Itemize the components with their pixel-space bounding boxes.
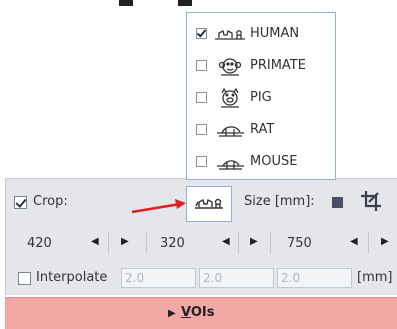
spinner-divider [238, 232, 239, 254]
rat-icon [217, 126, 244, 137]
size-label: Size [mm]: [244, 194, 315, 209]
menu-item-human[interactable]: HUMAN [187, 17, 337, 49]
menu-item-label: RAT [250, 122, 275, 137]
mouse-checkbox[interactable] [196, 156, 207, 167]
human-checkbox[interactable] [196, 27, 207, 39]
menu-item-rat[interactable]: RAT [187, 113, 337, 145]
menu-item-primate[interactable]: PRIMATE [187, 49, 337, 81]
species-select-button[interactable] [186, 186, 232, 222]
primate-checkbox[interactable] [196, 60, 207, 71]
red-arrow-annotation [131, 199, 186, 214]
dim-z-increment-icon[interactable]: ▶ [381, 236, 389, 247]
dim-y-increment-icon[interactable]: ▶ [250, 236, 258, 247]
pig-checkbox[interactable] [196, 92, 207, 103]
interpolate-checkbox[interactable] [18, 272, 31, 285]
top-glyph-right [178, 0, 192, 6]
human-icon [195, 198, 223, 209]
human-icon [215, 30, 245, 40]
menu-item-label: HUMAN [250, 26, 300, 41]
menu-item-label: PIG [250, 90, 272, 105]
field-divider [146, 232, 147, 254]
pig-icon [221, 87, 239, 108]
menu-item-mouse[interactable]: MOUSE [187, 145, 337, 177]
interpolate-x-field[interactable]: 2.0 [121, 268, 196, 288]
dim-y-decrement-icon[interactable]: ◀ [222, 236, 230, 247]
dim-y-value: 320 [160, 236, 185, 251]
crop-label: Crop: [33, 194, 68, 209]
spinner-divider [368, 232, 369, 254]
unit-label: [mm] [357, 270, 393, 285]
crop-tool-icon[interactable] [360, 190, 382, 212]
interpolate-z-field[interactable]: 2.0 [277, 268, 352, 288]
menu-item-label: MOUSE [250, 154, 298, 169]
vois-label[interactable]: VOIs [181, 305, 214, 320]
top-glyph-left [119, 0, 133, 6]
dim-x-decrement-icon[interactable]: ◀ [91, 236, 99, 247]
field-divider [270, 232, 271, 254]
primate-icon [218, 58, 242, 76]
rat-checkbox[interactable] [196, 124, 207, 135]
dim-x-value: 420 [27, 236, 52, 251]
size-square-icon[interactable] [332, 197, 343, 208]
interpolate-y-field[interactable]: 2.0 [199, 268, 274, 288]
species-popup-menu: HUMAN PRIMATE PIG RAT MOUSE [186, 12, 336, 180]
dim-z-value: 750 [287, 236, 312, 251]
spinner-divider [108, 232, 109, 254]
interpolate-label: Interpolate [36, 270, 108, 285]
mouse-icon [217, 160, 244, 170]
crop-checkbox[interactable] [14, 196, 27, 209]
dim-z-decrement-icon[interactable]: ◀ [350, 236, 358, 247]
menu-item-pig[interactable]: PIG [187, 81, 337, 113]
menu-item-label: PRIMATE [250, 58, 306, 73]
expand-triangle-icon[interactable]: ▶ [168, 308, 176, 319]
dim-x-increment-icon[interactable]: ▶ [121, 236, 129, 247]
